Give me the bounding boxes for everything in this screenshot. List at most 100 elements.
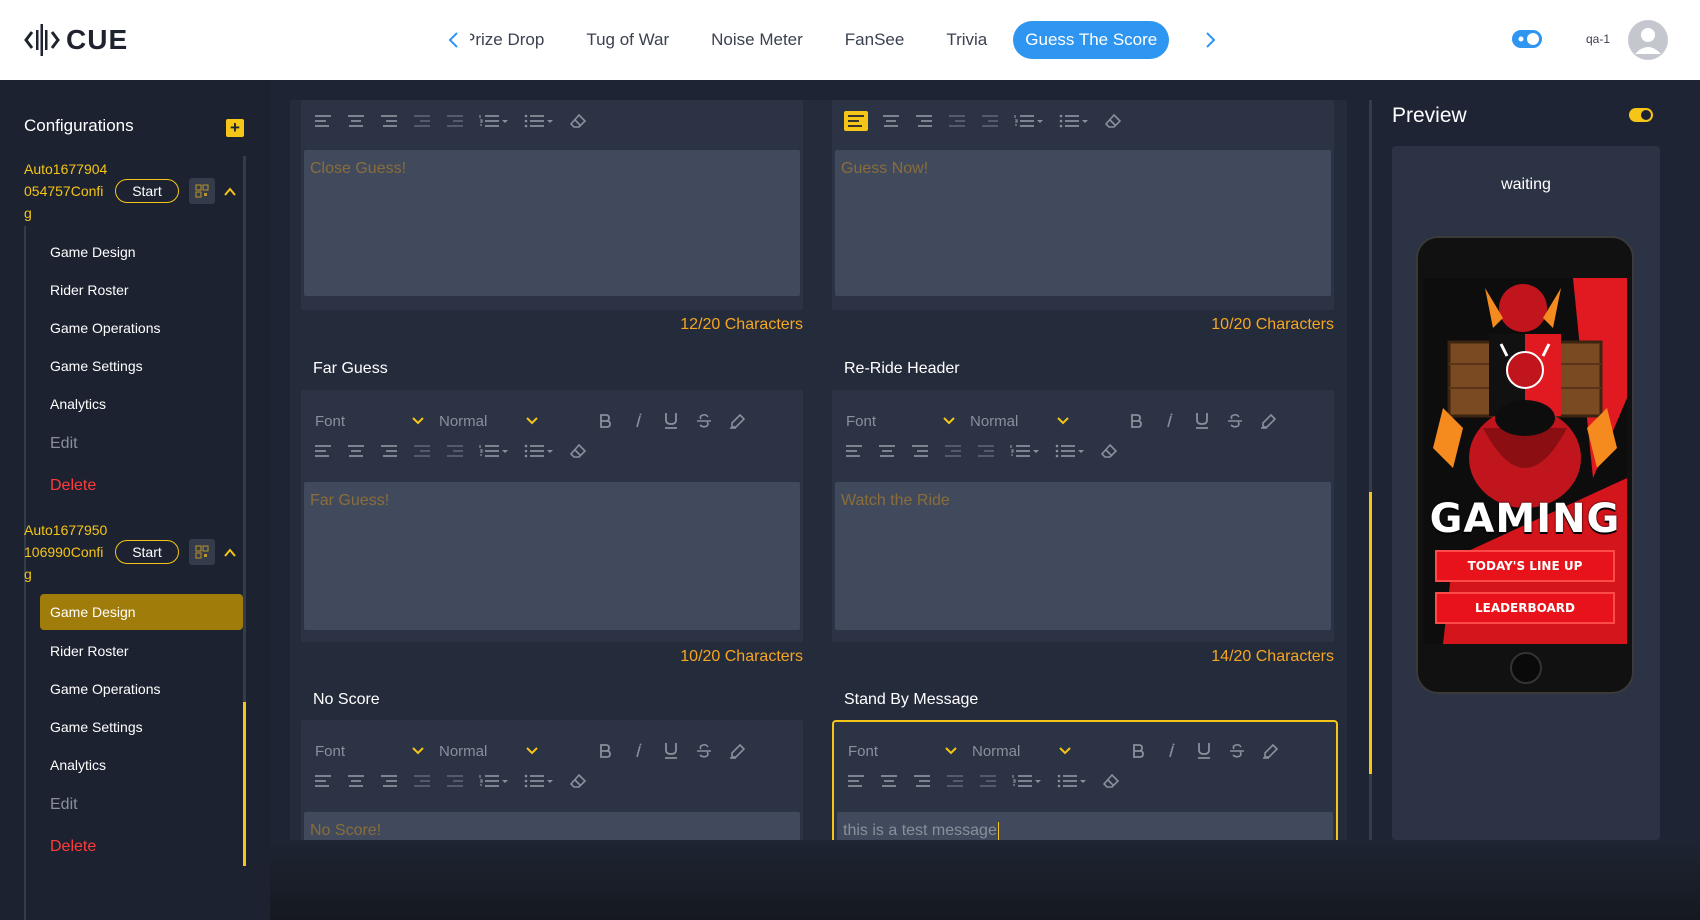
- sidebar-scroll-thumb[interactable]: [243, 702, 246, 866]
- size-select[interactable]: Normal: [970, 413, 1070, 430]
- bold-button[interactable]: [1128, 741, 1148, 761]
- tabs-prev-button[interactable]: [436, 20, 470, 60]
- clear-format-button[interactable]: [1099, 441, 1119, 461]
- align-center-button[interactable]: [346, 441, 366, 461]
- align-left-button[interactable]: [313, 111, 333, 131]
- align-right-button[interactable]: [379, 441, 399, 461]
- todays-line-up-button[interactable]: TODAY'S LINE UP: [1435, 550, 1615, 582]
- indent-button[interactable]: [412, 771, 432, 791]
- align-right-button[interactable]: [379, 111, 399, 131]
- clear-format-button[interactable]: [1101, 771, 1121, 791]
- align-right-button[interactable]: [912, 771, 932, 791]
- start-button-2[interactable]: Start: [115, 540, 179, 564]
- config-name-2[interactable]: Auto1677950106990Config: [24, 519, 108, 585]
- highlight-button[interactable]: [1260, 741, 1280, 761]
- bullet-list-button[interactable]: [523, 441, 555, 461]
- ordered-list-button[interactable]: [1013, 111, 1045, 131]
- align-left-button[interactable]: [313, 441, 333, 461]
- tab-prize-drop[interactable]: Prize Drop: [470, 21, 570, 59]
- bullet-list-button[interactable]: [1058, 111, 1090, 131]
- ordered-list-button[interactable]: [1009, 441, 1041, 461]
- italic-button[interactable]: [628, 411, 648, 431]
- align-center-button[interactable]: [877, 441, 897, 461]
- tab-trivia[interactable]: Trivia: [930, 21, 1013, 59]
- config-1-edit[interactable]: Edit: [50, 426, 78, 462]
- config-2-rider-roster[interactable]: Rider Roster: [50, 633, 129, 669]
- align-right-button[interactable]: [914, 111, 934, 131]
- config-1-game-design[interactable]: Game Design: [50, 234, 136, 270]
- outdent-button[interactable]: [445, 771, 465, 791]
- tab-guess-the-score[interactable]: Guess The Score: [1013, 21, 1170, 59]
- tab-tug-of-war[interactable]: Tug of War: [570, 21, 695, 59]
- config-1-delete[interactable]: Delete: [50, 468, 96, 504]
- strikethrough-button[interactable]: [694, 411, 714, 431]
- ordered-list-button[interactable]: [478, 111, 510, 131]
- highlight-button[interactable]: [1258, 411, 1278, 431]
- align-left-button[interactable]: [846, 771, 866, 791]
- config-2-edit[interactable]: Edit: [50, 787, 78, 823]
- align-center-button[interactable]: [881, 111, 901, 131]
- indent-button[interactable]: [945, 771, 965, 791]
- underline-button[interactable]: [1194, 741, 1214, 761]
- bullet-list-button[interactable]: [1056, 771, 1088, 791]
- highlight-button[interactable]: [727, 741, 747, 761]
- re-ride-header-input[interactable]: Watch the Ride: [835, 482, 1331, 630]
- clear-format-button[interactable]: [568, 111, 588, 131]
- align-left-button[interactable]: [844, 441, 864, 461]
- leaderboard-button[interactable]: LEADERBOARD: [1435, 592, 1615, 624]
- clear-format-button[interactable]: [568, 771, 588, 791]
- bullet-list-button[interactable]: [1054, 441, 1086, 461]
- strikethrough-button[interactable]: [1227, 741, 1247, 761]
- font-select[interactable]: Font: [846, 413, 956, 430]
- guess-now-input[interactable]: Guess Now!: [835, 150, 1331, 296]
- add-config-button[interactable]: +: [226, 119, 244, 137]
- highlight-button[interactable]: [727, 411, 747, 431]
- clear-format-button[interactable]: [1103, 111, 1123, 131]
- outdent-button[interactable]: [980, 111, 1000, 131]
- outdent-button[interactable]: [978, 771, 998, 791]
- config-2-game-design[interactable]: Game Design: [40, 594, 243, 630]
- bold-button[interactable]: [595, 741, 615, 761]
- outdent-button[interactable]: [976, 441, 996, 461]
- theme-toggle[interactable]: [1512, 30, 1542, 48]
- config-1-game-operations[interactable]: Game Operations: [50, 310, 161, 346]
- underline-button[interactable]: [661, 411, 681, 431]
- config-name-1[interactable]: Auto1677904054757Config: [24, 158, 108, 224]
- ordered-list-button[interactable]: [1011, 771, 1043, 791]
- indent-button[interactable]: [943, 441, 963, 461]
- bullet-list-button[interactable]: [523, 771, 555, 791]
- font-select[interactable]: Font: [315, 413, 425, 430]
- bold-button[interactable]: [595, 411, 615, 431]
- indent-button[interactable]: [947, 111, 967, 131]
- qr-button-2[interactable]: [189, 539, 215, 565]
- align-right-button[interactable]: [910, 441, 930, 461]
- tab-noise-meter[interactable]: Noise Meter: [695, 21, 829, 59]
- strikethrough-button[interactable]: [1225, 411, 1245, 431]
- size-select[interactable]: Normal: [439, 413, 539, 430]
- config-1-game-settings[interactable]: Game Settings: [50, 348, 143, 384]
- align-center-button[interactable]: [879, 771, 899, 791]
- size-select[interactable]: Normal: [972, 743, 1072, 760]
- tab-fansee[interactable]: FanSee: [829, 21, 931, 59]
- no-score-input[interactable]: No Score!: [304, 812, 800, 840]
- clear-format-button[interactable]: [568, 441, 588, 461]
- chevron-up-icon[interactable]: [222, 545, 238, 561]
- stand-by-message-input[interactable]: this is a test message: [837, 812, 1333, 840]
- config-2-game-operations[interactable]: Game Operations: [50, 671, 161, 707]
- align-right-button[interactable]: [379, 771, 399, 791]
- preview-toggle[interactable]: [1629, 108, 1653, 122]
- config-2-game-settings[interactable]: Game Settings: [50, 709, 143, 745]
- ordered-list-button[interactable]: [478, 771, 510, 791]
- editor-scroll-thumb[interactable]: [1369, 492, 1372, 774]
- start-button-1[interactable]: Start: [115, 179, 179, 203]
- outdent-button[interactable]: [445, 111, 465, 131]
- italic-button[interactable]: [1159, 411, 1179, 431]
- italic-button[interactable]: [628, 741, 648, 761]
- config-2-analytics[interactable]: Analytics: [50, 747, 106, 783]
- close-guess-input[interactable]: Close Guess!: [304, 150, 800, 296]
- bold-button[interactable]: [1126, 411, 1146, 431]
- indent-button[interactable]: [412, 441, 432, 461]
- chevron-up-icon[interactable]: [222, 184, 238, 200]
- ordered-list-button[interactable]: [478, 441, 510, 461]
- qr-button-1[interactable]: [189, 178, 215, 204]
